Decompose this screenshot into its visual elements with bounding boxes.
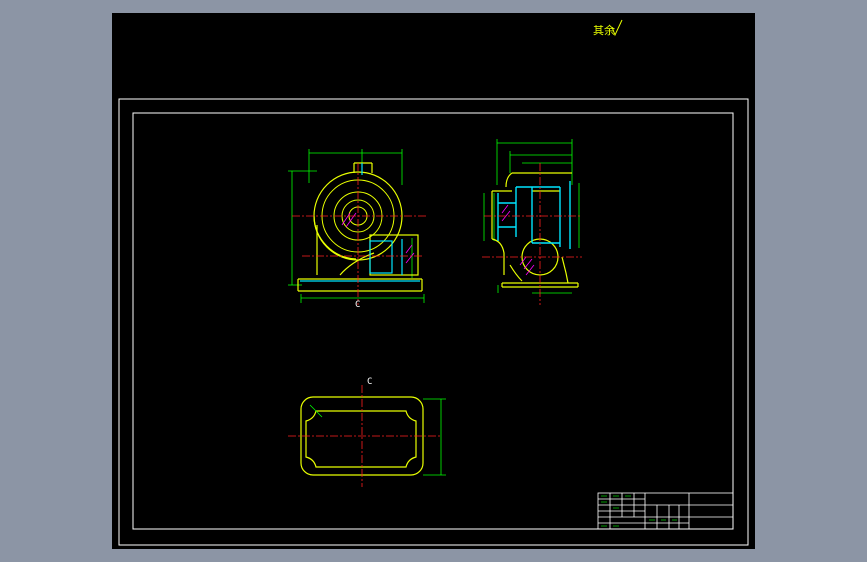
section-c-view bbox=[288, 385, 446, 487]
front-centerlines bbox=[292, 163, 428, 305]
side-outline bbox=[491, 172, 579, 288]
front-outline bbox=[297, 162, 423, 292]
drawing-sheet bbox=[118, 19, 749, 546]
outer-border bbox=[118, 98, 749, 546]
section-label-bottom: C bbox=[367, 377, 373, 387]
side-hatch bbox=[501, 204, 535, 276]
inner-border bbox=[132, 112, 734, 530]
section-label-top: C bbox=[355, 300, 361, 310]
front-view bbox=[288, 149, 428, 305]
side-view bbox=[482, 139, 582, 305]
roughness-note: 其余 bbox=[593, 24, 615, 37]
cad-drawing-viewport[interactable]: 其余 C C bbox=[112, 13, 755, 549]
section-centerlines bbox=[288, 385, 440, 487]
title-block bbox=[597, 492, 734, 530]
